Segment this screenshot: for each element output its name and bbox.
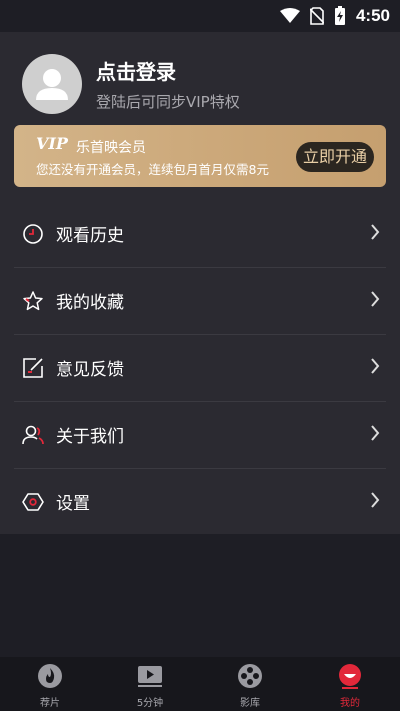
chevron-right-icon [370, 425, 380, 445]
vip-name: 乐首映会员 [76, 140, 146, 156]
play-video-icon [137, 663, 163, 689]
menu-label: 关于我们 [56, 427, 124, 447]
settings-hexagon-icon [22, 491, 44, 513]
chevron-right-icon [370, 291, 380, 311]
menu-item-feedback[interactable]: 意见反馈 [0, 334, 400, 401]
menu-item-history[interactable]: 观看历史 [0, 200, 400, 267]
open-vip-button[interactable]: 立即开通 [295, 142, 374, 172]
menu-label: 观看历史 [56, 226, 124, 246]
login-subtitle: 登陆后可同步VIP特权 [96, 93, 240, 111]
vip-banner[interactable]: VIP 乐首映会员 您还没有开通会员，连续包月首月仅需8元 立即开通 [14, 125, 386, 187]
menu-item-settings[interactable]: 设置 [0, 468, 400, 535]
menu-label: 我的收藏 [56, 293, 124, 313]
battery-charging-icon [334, 6, 346, 26]
login-area[interactable]: 点击登录 登陆后可同步VIP特权 [22, 54, 240, 114]
menu-item-about[interactable]: 关于我们 [0, 401, 400, 468]
tab-label: 荐片 [40, 698, 60, 709]
no-sim-icon [309, 7, 324, 25]
tab-recommend[interactable]: 荐片 [0, 657, 100, 711]
chevron-right-icon [370, 224, 380, 244]
bottom-tab-bar: 荐片 5分钟 影库 我的 [0, 657, 400, 711]
wifi-icon [279, 8, 300, 24]
chevron-right-icon [370, 492, 380, 512]
star-icon [22, 290, 44, 312]
tab-label: 我的 [340, 698, 360, 709]
chevron-right-icon [370, 358, 380, 378]
menu-label: 设置 [56, 494, 90, 514]
people-icon [22, 424, 44, 446]
menu-label: 意见反馈 [56, 360, 124, 380]
tab-5min[interactable]: 5分钟 [100, 657, 200, 711]
tab-label: 影库 [240, 698, 260, 709]
edit-icon [22, 357, 44, 379]
vip-description: 您还没有开通会员，连续包月首月仅需8元 [36, 162, 269, 177]
menu-item-favorites[interactable]: 我的收藏 [0, 267, 400, 334]
smiley-face-icon [337, 663, 363, 689]
clock-icon [22, 223, 44, 245]
tab-mine[interactable]: 我的 [300, 657, 400, 711]
film-reel-icon [237, 663, 263, 689]
status-bar: 4:50 [0, 0, 400, 32]
login-title[interactable]: 点击登录 [96, 56, 240, 85]
profile-panel: 点击登录 登陆后可同步VIP特权 VIP 乐首映会员 您还没有开通会员，连续包月… [0, 32, 400, 534]
flame-icon [37, 663, 63, 689]
user-icon [36, 69, 68, 100]
status-time: 4:50 [355, 6, 390, 25]
menu-list: 观看历史 我的收藏 意见反馈 关于我们 设置 [0, 200, 400, 535]
tab-label: 5分钟 [136, 698, 164, 709]
avatar[interactable] [22, 54, 82, 114]
vip-logo: VIP [36, 134, 68, 153]
tab-library[interactable]: 影库 [200, 657, 300, 711]
